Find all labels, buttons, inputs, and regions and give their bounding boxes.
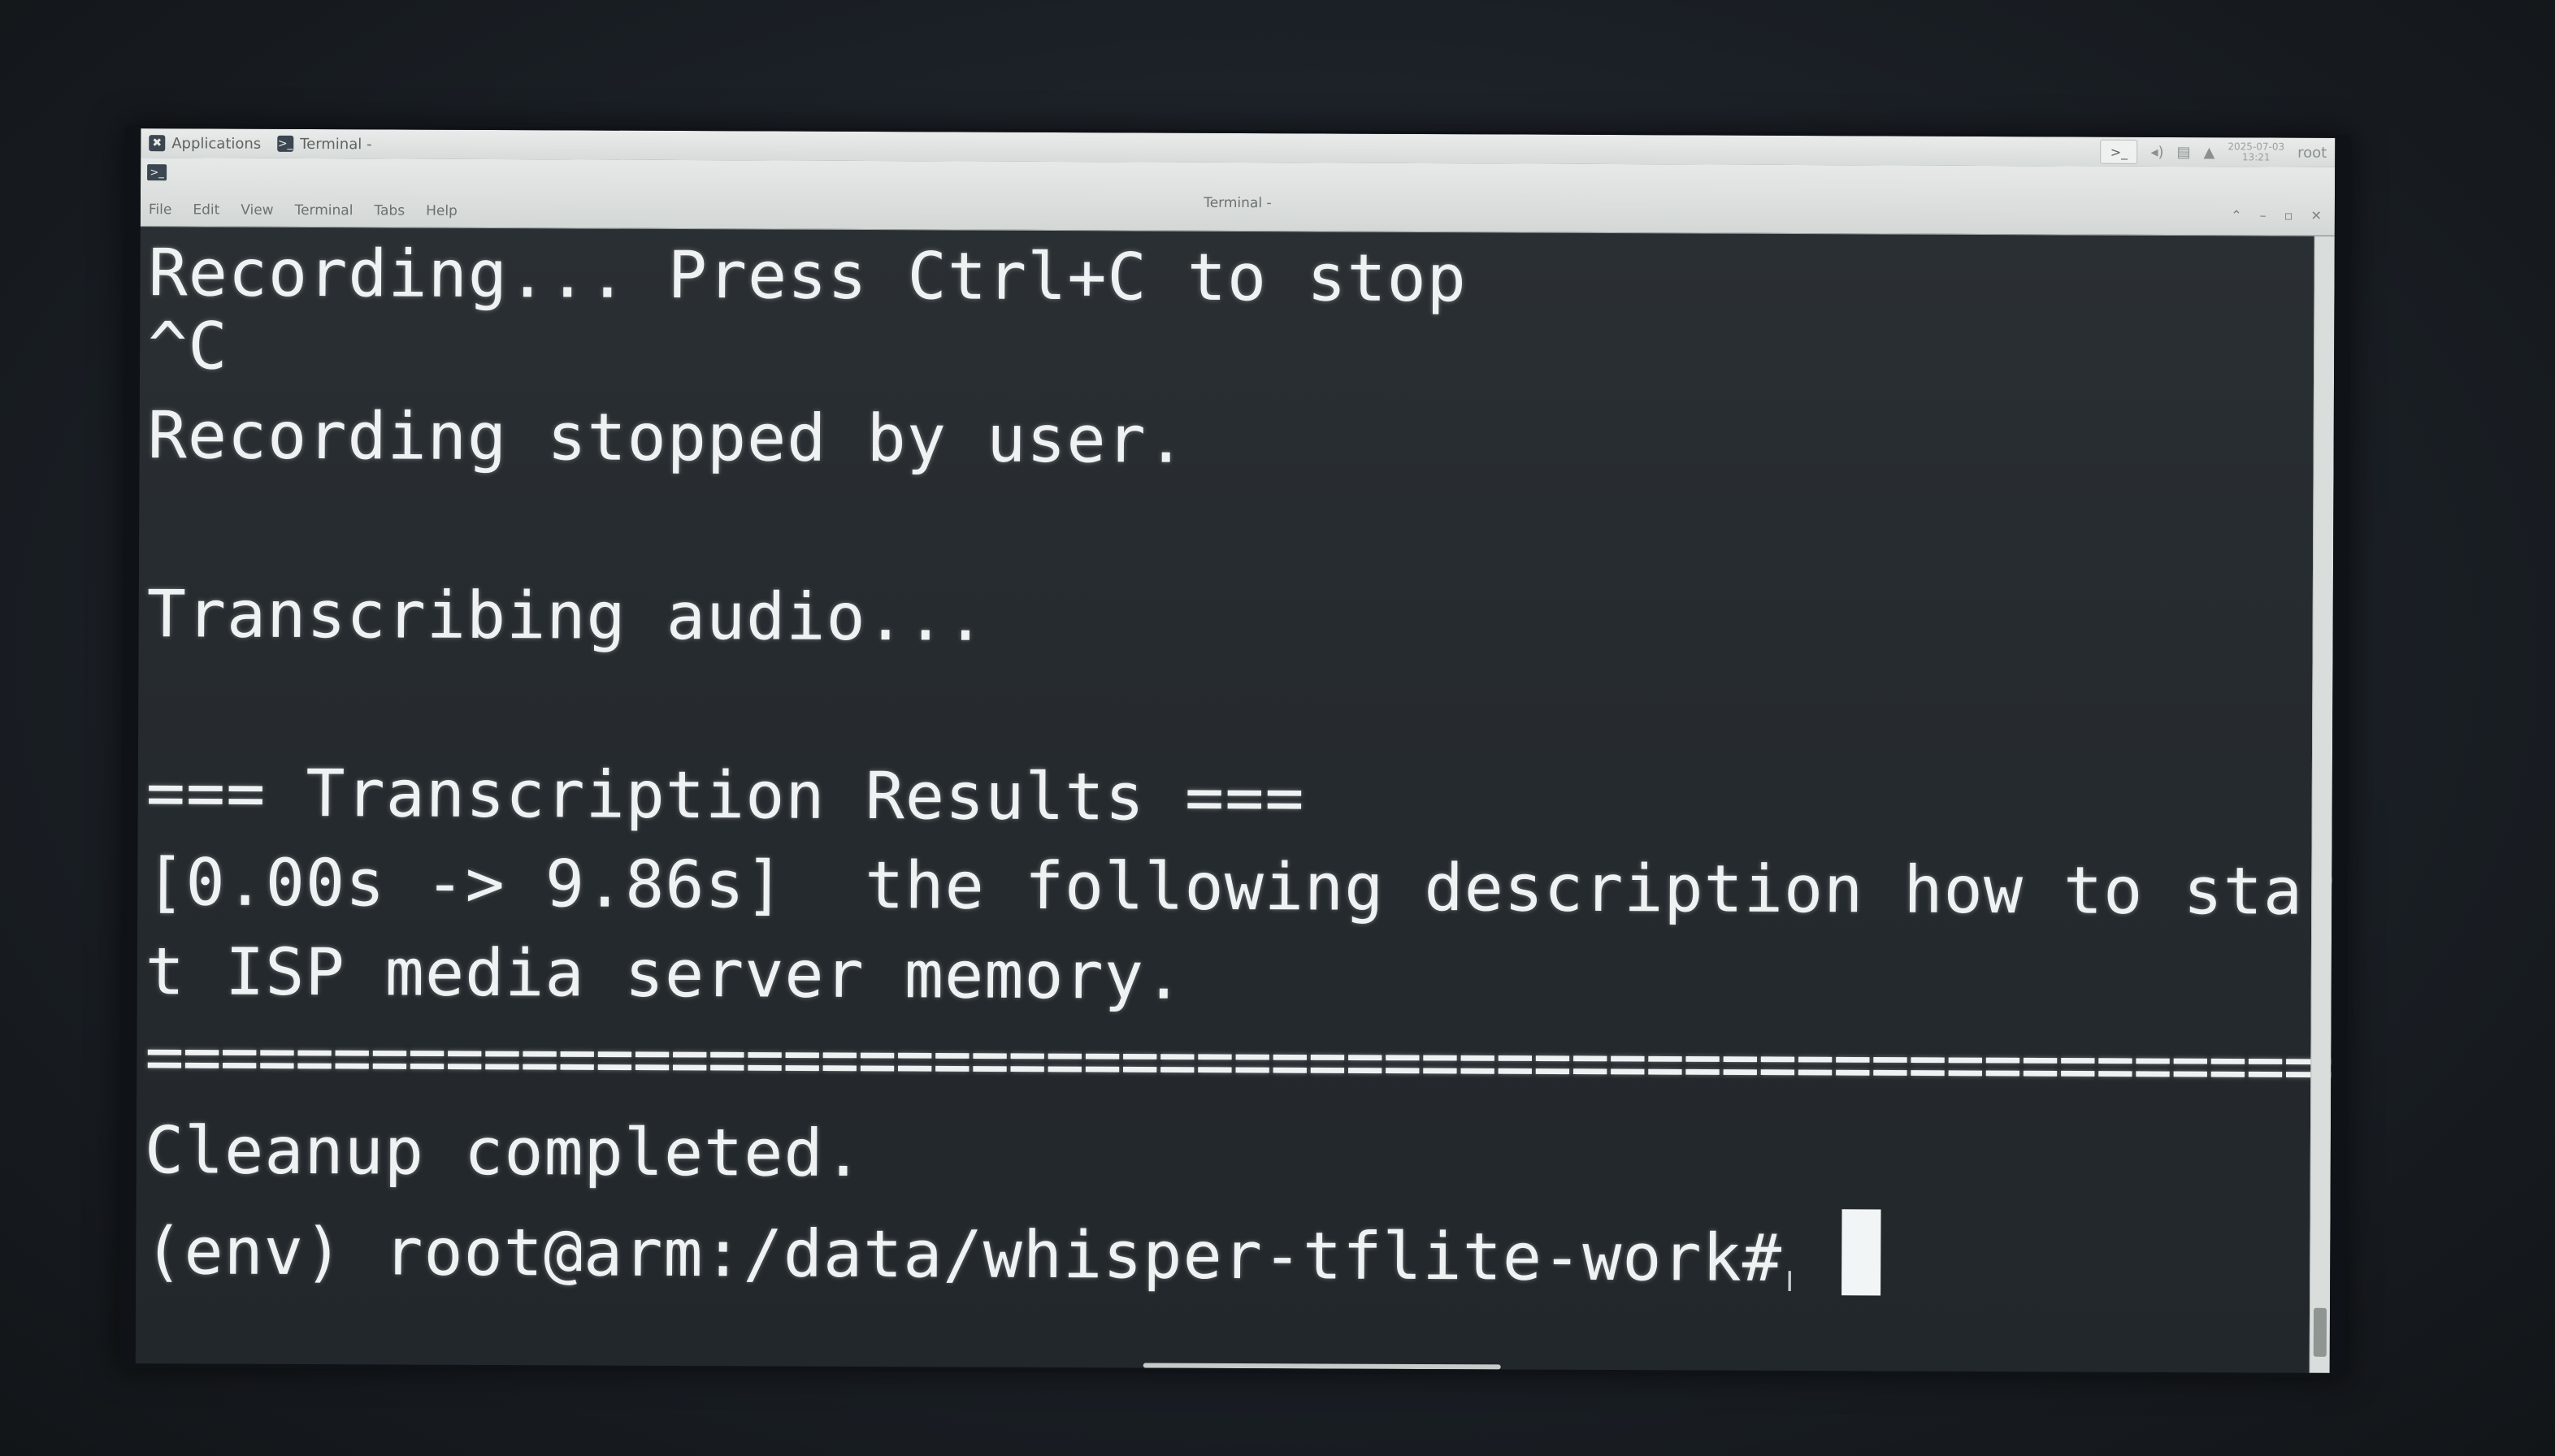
- terminal-prompt: (env) root@arm:/data/whisper-tflite-work…: [144, 1213, 1823, 1297]
- terminal-launcher-icon: >_: [2110, 144, 2128, 160]
- terminal-line: ^C: [147, 308, 228, 384]
- taskbar-terminal-button[interactable]: >_ Terminal -: [269, 129, 380, 159]
- applications-icon: ✖: [149, 135, 166, 152]
- terminal-scrollbar[interactable]: [2309, 236, 2335, 1373]
- user-icon[interactable]: ▲: [2203, 144, 2214, 161]
- minimize-icon[interactable]: –: [2260, 207, 2267, 223]
- terminal-line: Transcribing audio...: [146, 576, 987, 656]
- applications-label: Applications: [171, 134, 262, 153]
- terminal-separator: ========================================…: [145, 1019, 2336, 1105]
- terminal-prompt-line: (env) root@arm:/data/whisper-tflite-work…: [144, 1202, 1881, 1297]
- maximize-icon[interactable]: ▫: [2284, 208, 2293, 223]
- terminal-line: === Transcription Results ===: [145, 755, 1305, 836]
- system-tray: >_ ◂) ▤ ▲ 2025-07-03 13:21 root: [2100, 137, 2327, 167]
- menu-edit[interactable]: Edit: [193, 202, 219, 218]
- window-title: Terminal -: [1204, 194, 1272, 212]
- clock-time: 13:21: [2241, 151, 2271, 163]
- terminal-line: Cleanup completed.: [144, 1112, 864, 1192]
- user-name[interactable]: root: [2297, 144, 2327, 161]
- terminal-line: Recording... Press Ctrl+C to stop: [148, 235, 1468, 317]
- menu-bar: File Edit View Terminal Tabs Help: [149, 202, 458, 219]
- terminal-line: t ISP media server memory.: [145, 934, 1185, 1014]
- window-controls: ⌃ – ▫ ✕: [2231, 207, 2322, 223]
- menu-tabs[interactable]: Tabs: [374, 202, 405, 219]
- terminal-line: Recording stopped by user.: [147, 397, 1187, 478]
- menu-help[interactable]: Help: [426, 203, 458, 219]
- taskbar-terminal-label: Terminal -: [300, 135, 372, 153]
- menu-file[interactable]: File: [149, 202, 172, 218]
- terminal-window-titlebar: >_ Terminal - File Edit View Terminal Ta…: [140, 158, 2336, 236]
- menu-view[interactable]: View: [241, 202, 273, 219]
- screen: ✖ Applications >_ Terminal - >_ ◂) ▤ ▲ 2…: [135, 128, 2336, 1373]
- monitor-frame: ✖ Applications >_ Terminal - >_ ◂) ▤ ▲ 2…: [119, 125, 2352, 1378]
- menu-terminal[interactable]: Terminal: [295, 202, 354, 219]
- screen-bottom-bar: [1143, 1363, 1501, 1370]
- applications-menu-button[interactable]: ✖ Applications: [141, 128, 269, 158]
- terminal-icon: >_: [277, 135, 294, 152]
- close-icon[interactable]: ✕: [2310, 208, 2321, 223]
- terminal-cursor: [1841, 1209, 1881, 1296]
- terminal-output[interactable]: Recording... Press Ctrl+C to stop ^C Rec…: [136, 227, 2335, 1373]
- scrollbar-thumb[interactable]: [2313, 1307, 2327, 1357]
- terminal-line: [0.00s -> 9.86s] the following descripti…: [145, 844, 2336, 930]
- window-menu-icon[interactable]: ⌃: [2231, 207, 2241, 223]
- volume-icon[interactable]: ◂): [2150, 143, 2163, 160]
- clock[interactable]: 2025-07-03 13:21: [2227, 141, 2284, 163]
- window-terminal-icon: >_: [147, 164, 167, 181]
- mouse-ibeam-cursor-icon: I: [1785, 1265, 1794, 1299]
- terminal-launcher-button[interactable]: >_: [2100, 139, 2138, 164]
- clipboard-icon[interactable]: ▤: [2176, 144, 2190, 161]
